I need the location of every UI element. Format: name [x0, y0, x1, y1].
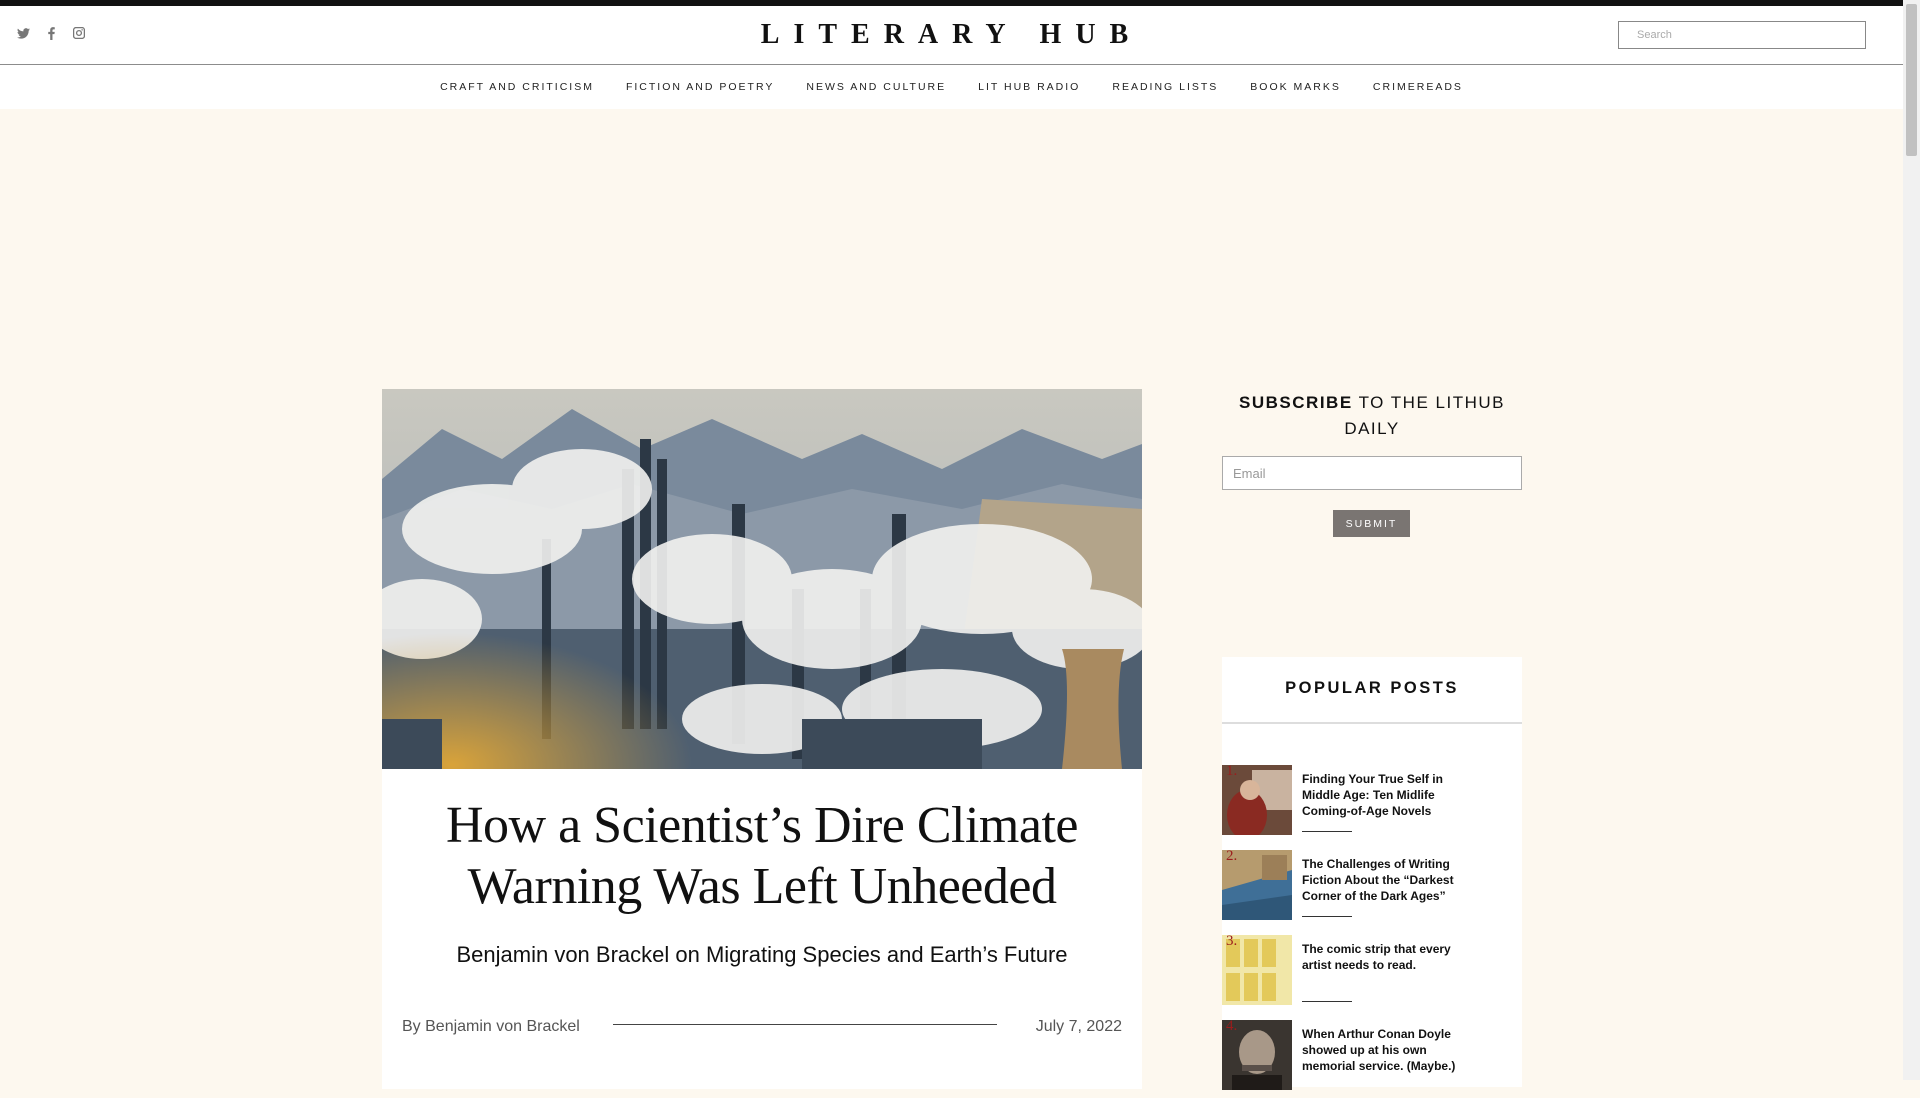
scrollbar-thumb[interactable]	[1906, 4, 1917, 156]
post-divider	[1302, 831, 1352, 832]
nav-reading-lists[interactable]: READING LISTS	[1112, 81, 1218, 93]
subscribe-heading-rest: TO THE LITHUB DAILY	[1344, 393, 1505, 438]
article-headline: How a Scientist’s Dire Climate Warning W…	[445, 797, 1079, 915]
site-header: LITERARY HUB	[0, 6, 1903, 65]
subscribe-heading: SUBSCRIBE TO THE LITHUB DAILY	[1222, 390, 1522, 442]
byline-divider	[613, 1024, 997, 1025]
nav-book-marks[interactable]: BOOK MARKS	[1250, 81, 1341, 93]
search-input[interactable]	[1618, 21, 1866, 49]
post-title-link[interactable]: The comic strip that every artist needs …	[1302, 941, 1472, 973]
article-byline[interactable]: By Benjamin von Brackel	[402, 1018, 580, 1036]
popular-posts-divider	[1222, 722, 1522, 724]
post-title-link[interactable]: The Challenges of Writing Fiction About …	[1302, 856, 1472, 904]
post-rank: 3.	[1226, 933, 1238, 949]
popular-posts-title: POPULAR POSTS	[1285, 679, 1459, 697]
list-item: 3. The comic strip that every artist nee…	[1222, 933, 1522, 1013]
post-title-link[interactable]: When Arthur Conan Doyle showed up at his…	[1302, 1026, 1472, 1074]
list-item: 1. Finding Your True Self in Middle Age:…	[1222, 763, 1522, 843]
nav-news-and-culture[interactable]: NEWS AND CULTURE	[806, 81, 946, 93]
subscribe-heading-bold: SUBSCRIBE	[1239, 393, 1353, 412]
article-subhead: Benjamin von Brackel on Migrating Specie…	[456, 942, 1068, 967]
main-nav: CRAFT AND CRITICISM FICTION AND POETRY N…	[0, 65, 1903, 109]
post-rank: 4.	[1226, 1018, 1238, 1034]
scrollbar[interactable]	[1903, 0, 1920, 1080]
submit-button[interactable]: SUBMIT	[1333, 510, 1410, 537]
article-date: July 7, 2022	[1035, 1018, 1122, 1035]
list-item: 4. When Arthur Conan Doyle showed up at …	[1222, 1018, 1522, 1098]
post-rank: 2.	[1226, 848, 1238, 864]
post-divider	[1302, 916, 1352, 917]
nav-fiction-and-poetry[interactable]: FICTION AND POETRY	[626, 81, 774, 93]
list-item: 2. The Challenges of Writing Fiction Abo…	[1222, 848, 1522, 928]
popular-posts: POPULAR POSTS 1. Finding Your True Self …	[1222, 657, 1522, 1090]
post-rank: 1.	[1226, 763, 1238, 779]
nav-crimereads[interactable]: CRIMEREADS	[1373, 81, 1463, 93]
hero-image	[382, 389, 1142, 769]
email-field[interactable]	[1222, 456, 1522, 490]
nav-lit-hub-radio[interactable]: LIT HUB RADIO	[978, 81, 1080, 93]
post-divider	[1302, 1001, 1352, 1002]
post-title-link[interactable]: Finding Your True Self in Middle Age: Te…	[1302, 771, 1472, 819]
nav-craft-and-criticism[interactable]: CRAFT AND CRITICISM	[440, 81, 594, 93]
